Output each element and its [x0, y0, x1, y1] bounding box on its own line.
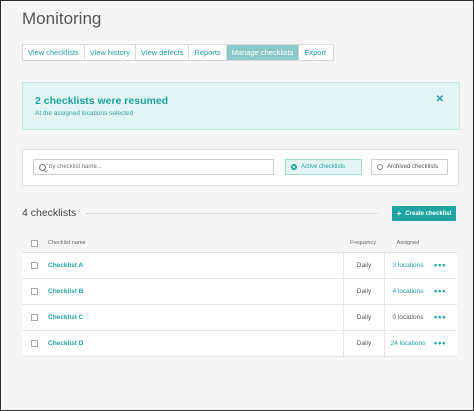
tab-view-checklists[interactable]: View checklists — [23, 45, 85, 60]
table-header: Checklist name Frequency Assigned — [22, 234, 457, 253]
table-row: Checklist A Daily 3 locations ••• — [22, 253, 457, 279]
checklist-table: Checklist name Frequency Assigned Checkl… — [22, 234, 457, 357]
assigned-locations-text: 0 locations — [392, 314, 424, 321]
archived-checklists-toggle[interactable]: Archived checklists — [371, 159, 448, 175]
more-options-icon[interactable]: ••• — [434, 286, 446, 296]
dotted-divider — [86, 213, 378, 214]
success-alert: 2 checklists were resumed At the assigne… — [22, 82, 460, 130]
create-checklist-button[interactable]: + Create checklist — [392, 206, 456, 221]
more-options-icon[interactable]: ••• — [434, 312, 446, 322]
radio-selected-icon — [291, 164, 297, 170]
column-header-frequency: Frequency — [350, 240, 376, 246]
select-all-checkbox[interactable] — [31, 240, 38, 247]
frequency-cell: Daily — [343, 279, 385, 304]
close-icon[interactable]: ✕ — [436, 94, 444, 105]
tab-view-history[interactable]: View history — [85, 45, 137, 60]
radio-unselected-icon — [377, 164, 383, 170]
search-input[interactable] — [49, 164, 249, 170]
row-checkbox[interactable] — [31, 288, 38, 295]
archived-checklists-label: Archived checklists — [387, 164, 439, 170]
create-checklist-label: Create checklist — [405, 210, 452, 217]
frequency-cell: Daily — [343, 253, 385, 278]
row-checkbox[interactable] — [31, 262, 38, 269]
row-checkbox[interactable] — [31, 340, 38, 347]
page-title: Monitoring — [22, 9, 102, 28]
table-row: Checklist B Daily 4 locations ••• — [22, 279, 457, 305]
table-row: Checklist C Daily 0 locations ••• — [22, 305, 457, 331]
more-options-icon[interactable]: ••• — [434, 338, 446, 348]
frequency-cell: Daily — [343, 305, 385, 330]
tab-manage-checklists[interactable]: Manage checklists — [226, 45, 300, 60]
active-checklists-toggle[interactable]: Active checklists — [285, 159, 362, 175]
assigned-locations-link[interactable]: 4 locations — [384, 288, 432, 295]
checklist-name-link[interactable]: Checklist A — [48, 262, 83, 269]
checklist-count: 4 checklists — [22, 207, 77, 219]
checklist-name-link[interactable]: Checklist D — [48, 340, 83, 347]
row-checkbox[interactable] — [31, 314, 38, 321]
plus-icon: + — [396, 208, 402, 218]
tab-export[interactable]: Export — [299, 45, 333, 60]
column-header-assigned: Assigned — [396, 240, 420, 246]
table-row: Checklist D Daily 24 locations ••• — [22, 331, 457, 357]
assigned-locations-link[interactable]: 24 locations — [384, 340, 432, 347]
alert-title: 2 checklists were resumed — [35, 95, 169, 107]
checklist-name-link[interactable]: Checklist B — [48, 288, 83, 295]
tab-bar: View checklists View history View defect… — [22, 44, 335, 61]
frequency-cell: Daily — [343, 331, 385, 356]
column-header-name: Checklist name — [48, 240, 86, 246]
filter-bar: Active checklists Archived checklists — [22, 149, 459, 186]
search-icon — [39, 163, 46, 171]
search-box[interactable] — [33, 159, 274, 175]
tab-view-defects[interactable]: View defects — [136, 45, 190, 60]
assigned-locations-link[interactable]: 3 locations — [384, 262, 432, 269]
alert-subtitle: At the assigned locations selected — [35, 110, 134, 117]
tab-reports[interactable]: Reports — [189, 45, 227, 60]
active-checklists-label: Active checklists — [301, 164, 346, 170]
more-options-icon[interactable]: ••• — [434, 260, 446, 270]
checklist-name-link[interactable]: Checklist C — [48, 314, 83, 321]
